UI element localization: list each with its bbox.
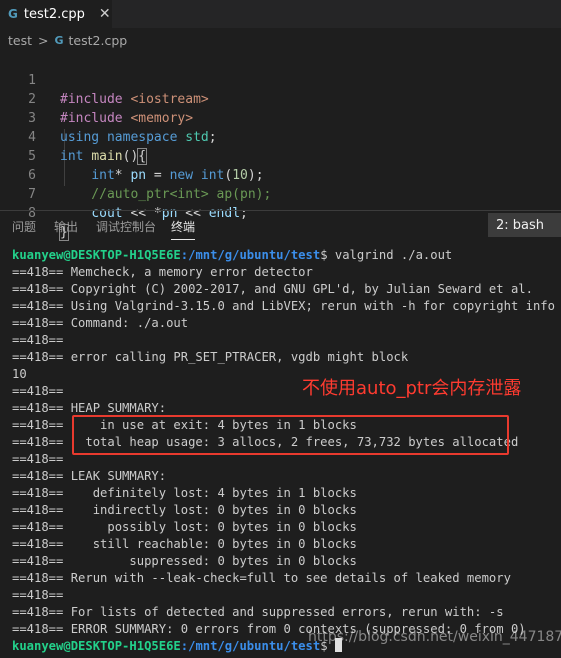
terminal-output-line: ==418== suppressed: 0 bytes in 0 blocks (12, 554, 357, 568)
highlight-box (72, 415, 509, 455)
tab-label: test2.cpp (23, 6, 85, 22)
terminal-output-line: ==418== error calling PR_SET_PTRACER, vg… (12, 350, 409, 364)
terminal-command: valgrind ./a.out (334, 248, 453, 262)
tab-debug-console[interactable]: 调试控制台 (96, 218, 156, 235)
terminal-output-line: ==418== (12, 452, 64, 466)
terminal-output-line: ==418== Copyright (C) 2002-2017, and GNU… (12, 282, 533, 296)
close-icon[interactable]: ✕ (99, 6, 111, 22)
prompt-path: :/mnt/g/ubuntu/test (180, 248, 321, 262)
code-line: 7 cout << *pn << endl; (0, 166, 561, 221)
terminal-select[interactable]: 2: bash (488, 213, 561, 237)
terminal-prompt-line: kuanyew@DESKTOP-H1Q5E6E:/mnt/g/ubuntu/te… (12, 638, 342, 655)
terminal-output-line: 10 (12, 367, 27, 381)
terminal-output-line: ==418== Using Valgrind-3.15.0 and LibVEX… (12, 299, 555, 313)
terminal-output-line: ==418== LEAK SUMMARY: (12, 469, 167, 483)
chevron-right-icon: > (38, 32, 49, 48)
terminal-output-line: ==418== still reachable: 0 bytes in 0 bl… (12, 537, 357, 551)
terminal-output-line: ==418== (12, 384, 64, 398)
breadcrumb: test > G test2.cpp (0, 28, 561, 52)
cpp-file-icon: G (8, 7, 18, 21)
terminal-output-line: ==418== possibly lost: 0 bytes in 0 bloc… (12, 520, 357, 534)
tab-problems[interactable]: 问题 (12, 218, 36, 235)
terminal-output-line: ==418== indirectly lost: 0 bytes in 0 bl… (12, 503, 357, 517)
code-line: 6 //auto_ptr<int> ap(pn); (0, 147, 561, 202)
prompt-suffix: $ (320, 248, 335, 262)
tab-output[interactable]: 输出 (54, 218, 78, 235)
tab-terminal[interactable]: 终端 (171, 218, 196, 240)
terminal-output-line: ==418== definitely lost: 4 bytes in 1 bl… (12, 486, 357, 500)
code-line: 4 int main(){ (0, 109, 561, 165)
terminal-output-line: ==418== For lists of detected and suppre… (12, 605, 504, 619)
prompt-user: kuanyew@DESKTOP-H1Q5E6E (12, 639, 181, 653)
tab-test2-cpp[interactable]: G test2.cpp ✕ (0, 0, 112, 28)
terminal-prompt-line: kuanyew@DESKTOP-H1Q5E6E:/mnt/g/ubuntu/te… (12, 247, 452, 264)
panel-tab-bar: 问题 输出 调试控制台 终端 2: bash (0, 210, 561, 241)
code-line: 2 #include <memory> (0, 71, 561, 126)
terminal-output-line: ==418== (12, 333, 64, 347)
prompt-user: kuanyew@DESKTOP-H1Q5E6E (12, 248, 181, 262)
code-line: 3 using namespace std; (0, 90, 561, 145)
editor-tab-bar: G test2.cpp ✕ (0, 0, 561, 28)
terminal-output-line: ==418== Rerun with --leak-check=full to … (12, 571, 511, 585)
code-line: 5 int* pn = new int(10); (0, 128, 561, 183)
cpp-file-icon: G (54, 33, 64, 47)
terminal-output-line: ==418== (12, 588, 64, 602)
terminal-output-line: ==418== Memcheck, a memory error detecto… (12, 265, 313, 279)
annotation-text: 不使用auto_ptr会内存泄露 (302, 378, 522, 399)
code-line: 8 } (0, 185, 561, 241)
breadcrumb-folder[interactable]: test (8, 33, 32, 48)
terminal[interactable]: kuanyew@DESKTOP-H1Q5E6E:/mnt/g/ubuntu/te… (0, 244, 561, 658)
code-editor[interactable]: 1 #include <iostream> 2 #include <memory… (0, 52, 561, 241)
watermark: https://blog.csdn.net/weixin_44718794 (308, 629, 561, 645)
terminal-output-line: ==418== Command: ./a.out (12, 316, 189, 330)
prompt-path: :/mnt/g/ubuntu/test (180, 639, 321, 653)
breadcrumb-file[interactable]: test2.cpp (69, 33, 128, 48)
code-line: 1 #include <iostream> (0, 52, 561, 107)
